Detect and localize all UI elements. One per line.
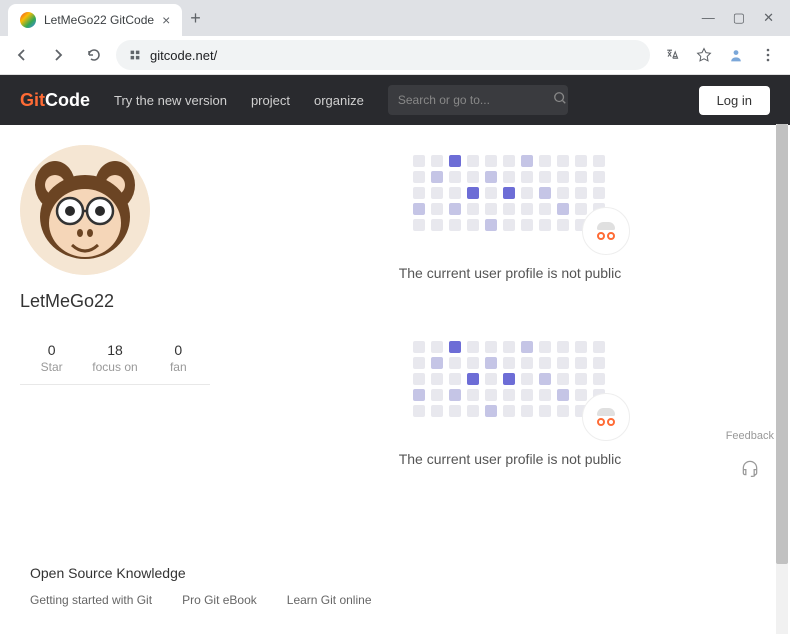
nav-organize[interactable]: organize	[314, 93, 364, 108]
tab-title: LetMeGo22 GitCode	[44, 13, 154, 27]
search-box[interactable]	[388, 85, 568, 115]
stat-focus[interactable]: 18 focus on	[83, 342, 146, 374]
incognito-icon	[582, 207, 630, 255]
stats-row: 0 Star 18 focus on 0 fan	[20, 332, 210, 385]
tab-favicon	[20, 12, 36, 28]
browser-tab[interactable]: LetMeGo22 GitCode ×	[8, 4, 182, 36]
minimize-icon[interactable]: —	[702, 10, 715, 26]
menu-icon[interactable]	[754, 41, 782, 69]
username: LetMeGo22	[20, 291, 210, 312]
scrollbar-thumb[interactable]	[776, 124, 788, 564]
url-text: gitcode.net/	[150, 48, 217, 63]
address-bar[interactable]: gitcode.net/	[116, 40, 650, 70]
nav-bar: gitcode.net/	[0, 36, 790, 74]
nav-project[interactable]: project	[251, 93, 290, 108]
reload-icon[interactable]	[80, 41, 108, 69]
footer-link-pro-git[interactable]: Pro Git eBook	[182, 593, 257, 607]
logo-code: Code	[45, 90, 90, 110]
footer-title: Open Source Knowledge	[30, 565, 740, 581]
avatar[interactable]	[20, 145, 150, 275]
footer-link-getting-started[interactable]: Getting started with Git	[30, 593, 152, 607]
footer-links: Getting started with Git Pro Git eBook L…	[30, 593, 740, 607]
site-settings-icon	[128, 48, 142, 62]
forward-icon[interactable]	[44, 41, 72, 69]
back-icon[interactable]	[8, 41, 36, 69]
window-controls: — ▢ ✕	[702, 10, 782, 26]
logo[interactable]: GitCode	[20, 90, 90, 111]
incognito-icon	[582, 393, 630, 441]
feedback-label: Feedback	[726, 430, 774, 442]
headset-icon[interactable]	[740, 458, 760, 478]
empty-state-2: The current user profile is not public	[250, 341, 770, 467]
footer: Open Source Knowledge Getting started wi…	[10, 545, 760, 627]
browser-chrome: LetMeGo22 GitCode × + — ▢ ✕ gitcode.net/	[0, 0, 790, 75]
login-button[interactable]: Log in	[699, 86, 770, 115]
close-icon[interactable]: ×	[162, 12, 170, 28]
empty-illustration	[410, 155, 610, 245]
stat-star[interactable]: 0 Star	[20, 342, 83, 374]
empty-illustration	[410, 341, 610, 431]
scrollbar[interactable]	[776, 124, 788, 634]
empty-message: The current user profile is not public	[250, 265, 770, 281]
close-window-icon[interactable]: ✕	[763, 10, 774, 26]
empty-state-1: The current user profile is not public	[250, 155, 770, 281]
bookmark-icon[interactable]	[690, 41, 718, 69]
translate-icon[interactable]	[658, 41, 686, 69]
profile-icon[interactable]	[722, 41, 750, 69]
feedback-widget[interactable]: Feedback	[726, 430, 774, 478]
tab-bar: LetMeGo22 GitCode × + — ▢ ✕	[0, 0, 790, 36]
empty-message: The current user profile is not public	[250, 451, 770, 467]
nav-try-new[interactable]: Try the new version	[114, 93, 227, 108]
logo-git: Git	[20, 90, 45, 110]
search-icon[interactable]	[553, 91, 567, 110]
stat-fan[interactable]: 0 fan	[147, 342, 210, 374]
maximize-icon[interactable]: ▢	[733, 10, 745, 26]
search-input[interactable]	[398, 93, 553, 107]
new-tab-button[interactable]: +	[190, 8, 201, 29]
footer-link-learn-git[interactable]: Learn Git online	[287, 593, 372, 607]
site-navbar: GitCode Try the new version project orga…	[0, 75, 790, 125]
